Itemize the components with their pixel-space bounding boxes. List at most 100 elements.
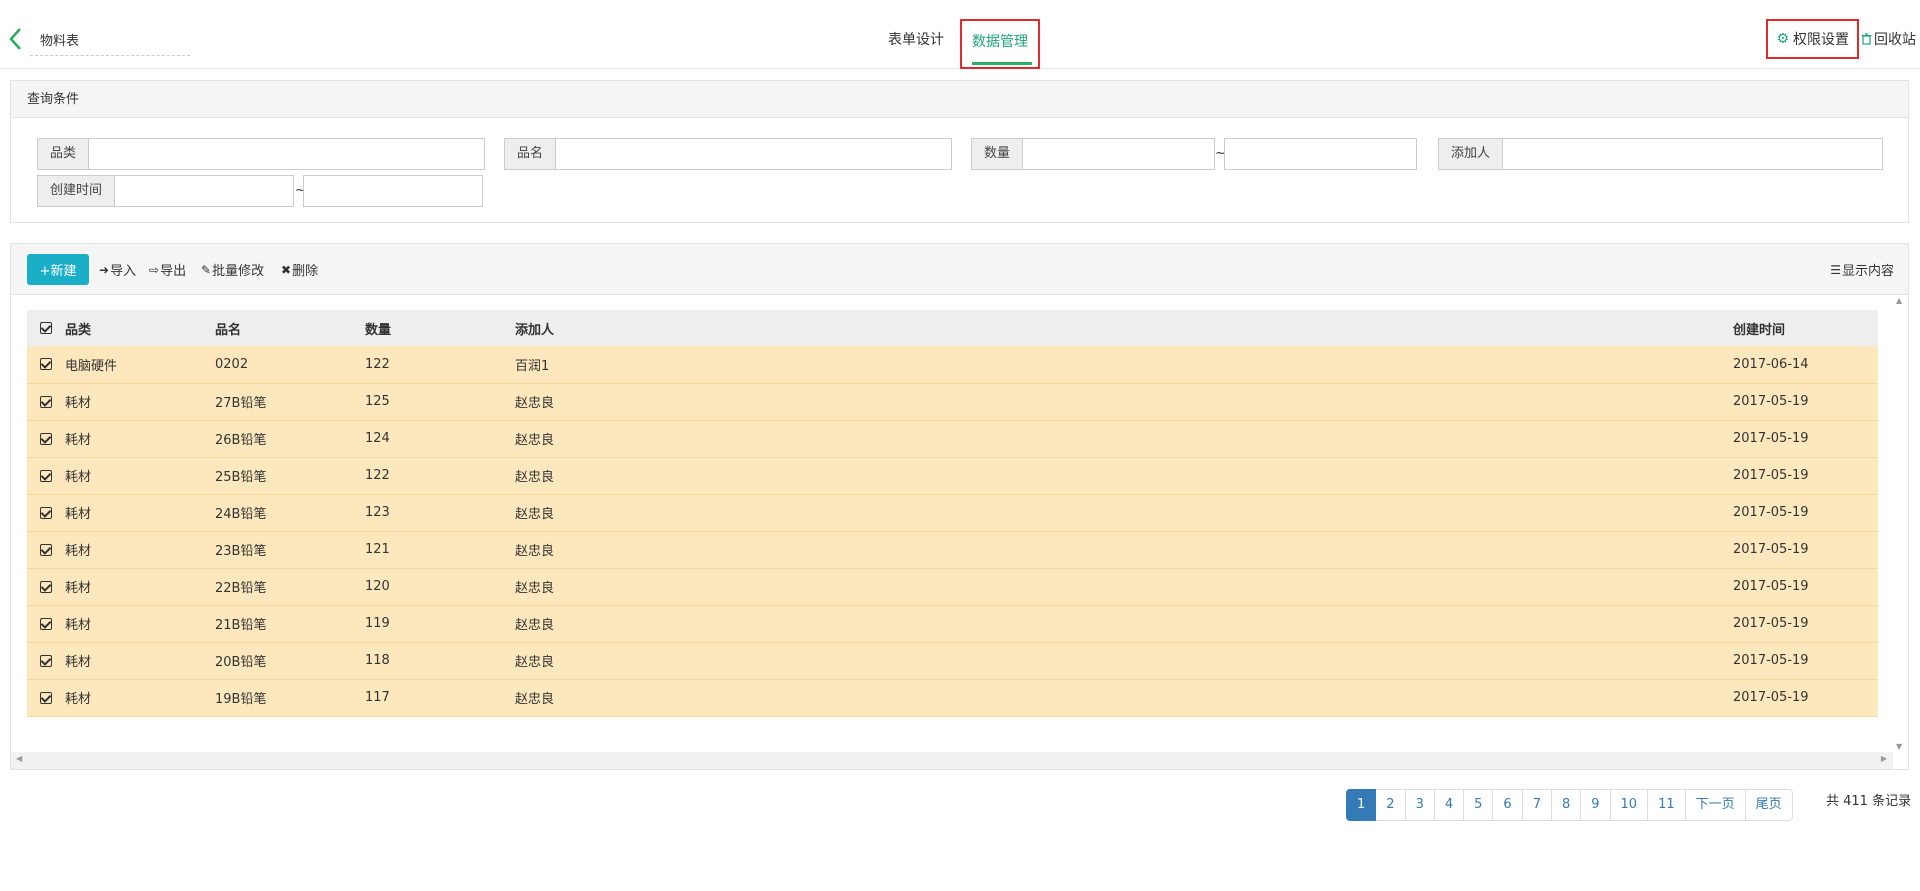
cell-quantity: 122	[365, 346, 515, 384]
export-button[interactable]: ⇨ 导出	[149, 260, 187, 280]
cell-name: 20B铅笔	[215, 642, 365, 680]
adder-input[interactable]	[1502, 138, 1884, 170]
row-checkbox[interactable]	[27, 642, 65, 680]
cell-quantity: 125	[365, 383, 515, 421]
category-input[interactable]	[88, 138, 486, 170]
page-6-button[interactable]: 6	[1493, 789, 1523, 821]
table-row[interactable]: 耗材 25B铅笔 122 赵忠良 2017-05-19	[27, 457, 1878, 495]
cell-name: 19B铅笔	[215, 679, 365, 717]
scroll-down-arrow-icon[interactable]: ▼	[1896, 742, 1902, 751]
row-checkbox[interactable]	[27, 531, 65, 569]
cell-created: 2017-05-19	[1733, 605, 1878, 643]
cell-quantity: 123	[365, 494, 515, 532]
data-panel: +新建 ➜ 导入 ⇨ 导出 ✎ 批量修改 ✖ 删除 ☰ 显示内容 品类 品名 数…	[10, 243, 1909, 770]
cell-name: 0202	[215, 346, 365, 384]
cell-adder: 赵忠良	[515, 679, 665, 717]
page-9-button[interactable]: 9	[1581, 789, 1611, 821]
cell-name: 26B铅笔	[215, 420, 365, 458]
page-1-button[interactable]: 1	[1346, 789, 1377, 821]
quantity-min-input[interactable]	[1022, 138, 1216, 170]
data-table: 品类 品名 数量 添加人 创建时间 电脑硬件 0202 122 百润1 2017-06-…	[27, 310, 1878, 717]
table-row[interactable]: 耗材 26B铅笔 124 赵忠良 2017-05-19	[27, 420, 1878, 458]
table-row[interactable]: 耗材 23B铅笔 121 赵忠良 2017-05-19	[27, 531, 1878, 569]
table-header-row: 品类 品名 数量 添加人 创建时间	[27, 310, 1878, 346]
cell-name: 21B铅笔	[215, 605, 365, 643]
table-row[interactable]: 耗材 21B铅笔 119 赵忠良 2017-05-19	[27, 605, 1878, 643]
page-5-button[interactable]: 5	[1464, 789, 1494, 821]
column-header-created[interactable]: 创建时间	[1733, 310, 1878, 346]
table-row[interactable]: 耗材 22B铅笔 120 赵忠良 2017-05-19	[27, 568, 1878, 606]
row-checkbox[interactable]	[27, 457, 65, 495]
table-row[interactable]: 电脑硬件 0202 122 百润1 2017-06-14	[27, 346, 1878, 384]
tab-data-management[interactable]: 数据管理	[960, 19, 1040, 69]
cell-created: 2017-05-19	[1733, 679, 1878, 717]
last-page-button[interactable]: 尾页	[1745, 789, 1793, 821]
next-page-button[interactable]: 下一页	[1685, 789, 1746, 821]
cell-adder: 赵忠良	[515, 383, 665, 421]
table-row[interactable]: 耗材 20B铅笔 118 赵忠良 2017-05-19	[27, 642, 1878, 680]
back-chevron-icon[interactable]	[6, 26, 26, 52]
tab-form-design[interactable]: 表单设计	[878, 19, 954, 69]
created-end-input[interactable]	[303, 175, 483, 207]
vertical-scrollbar[interactable]: ▲ ▼	[1892, 296, 1906, 751]
trash-icon	[1861, 33, 1872, 45]
column-header-quantity[interactable]: 数量	[365, 310, 515, 346]
export-label: 导出	[160, 264, 187, 279]
horizontal-scrollbar[interactable]: ◀ ▶	[11, 752, 1893, 769]
recycle-bin-button[interactable]: 回收站	[1861, 29, 1916, 49]
delete-label: 删除	[292, 264, 319, 279]
cell-quantity: 119	[365, 605, 515, 643]
scroll-right-arrow-icon[interactable]: ▶	[1881, 754, 1887, 763]
scroll-left-arrow-icon[interactable]: ◀	[16, 754, 22, 763]
cell-adder: 赵忠良	[515, 420, 665, 458]
import-button[interactable]: ➜ 导入	[99, 260, 136, 280]
cell-category: 电脑硬件	[65, 346, 215, 384]
page-8-button[interactable]: 8	[1551, 789, 1582, 821]
delete-button[interactable]: ✖ 删除	[281, 260, 319, 280]
table-row[interactable]: 耗材 19B铅笔 117 赵忠良 2017-05-19	[27, 679, 1878, 717]
scroll-up-arrow-icon[interactable]: ▲	[1896, 296, 1902, 305]
cell-adder: 赵忠良	[515, 642, 665, 680]
show-content-button[interactable]: ☰ 显示内容	[1830, 260, 1894, 280]
page-3-button[interactable]: 3	[1405, 789, 1435, 821]
cell-adder: 赵忠良	[515, 457, 665, 495]
cell-category: 耗材	[65, 531, 215, 569]
column-header-category[interactable]: 品类	[65, 310, 215, 346]
checkbox-checked-icon	[40, 432, 52, 445]
page-2-button[interactable]: 2	[1376, 789, 1406, 821]
query-panel: 查询条件 品类 品名 数量 ~ 添加人 创建时间 ~	[10, 80, 1909, 223]
column-header-name[interactable]: 品名	[215, 310, 365, 346]
row-checkbox[interactable]	[27, 679, 65, 717]
table-row[interactable]: 耗材 27B铅笔 125 赵忠良 2017-05-19	[27, 383, 1878, 421]
row-checkbox[interactable]	[27, 568, 65, 606]
page-7-button[interactable]: 7	[1522, 789, 1552, 821]
permission-settings-button[interactable]: ⚙ 权限设置	[1766, 19, 1859, 59]
column-header-adder[interactable]: 添加人	[515, 310, 665, 346]
cell-name: 24B铅笔	[215, 494, 365, 532]
quantity-filter: 数量	[971, 138, 1216, 170]
name-filter: 品名	[504, 138, 953, 170]
batch-edit-button[interactable]: ✎ 批量修改	[201, 260, 264, 280]
row-checkbox[interactable]	[27, 494, 65, 532]
select-all-checkbox[interactable]	[27, 310, 65, 346]
name-input[interactable]	[555, 138, 953, 170]
page-11-button[interactable]: 11	[1648, 789, 1686, 821]
row-checkbox[interactable]	[27, 420, 65, 458]
cell-created: 2017-06-14	[1733, 346, 1878, 384]
created-start-input[interactable]	[114, 175, 295, 207]
cell-category: 耗材	[65, 605, 215, 643]
cell-quantity: 121	[365, 531, 515, 569]
cell-spacer	[665, 494, 1733, 532]
sign-in-icon: ➜	[99, 262, 110, 277]
quantity-max-input[interactable]	[1224, 138, 1417, 170]
page-4-button[interactable]: 4	[1434, 789, 1465, 821]
new-record-button[interactable]: +新建	[27, 254, 89, 285]
row-checkbox[interactable]	[27, 346, 65, 384]
cell-quantity: 122	[365, 457, 515, 495]
recycle-label: 回收站	[1874, 32, 1916, 48]
table-row[interactable]: 耗材 24B铅笔 123 赵忠良 2017-05-19	[27, 494, 1878, 532]
page-10-button[interactable]: 10	[1610, 789, 1649, 821]
row-checkbox[interactable]	[27, 605, 65, 643]
header-actions: ⚙ 权限设置 回收站	[1766, 19, 1916, 59]
row-checkbox[interactable]	[27, 383, 65, 421]
